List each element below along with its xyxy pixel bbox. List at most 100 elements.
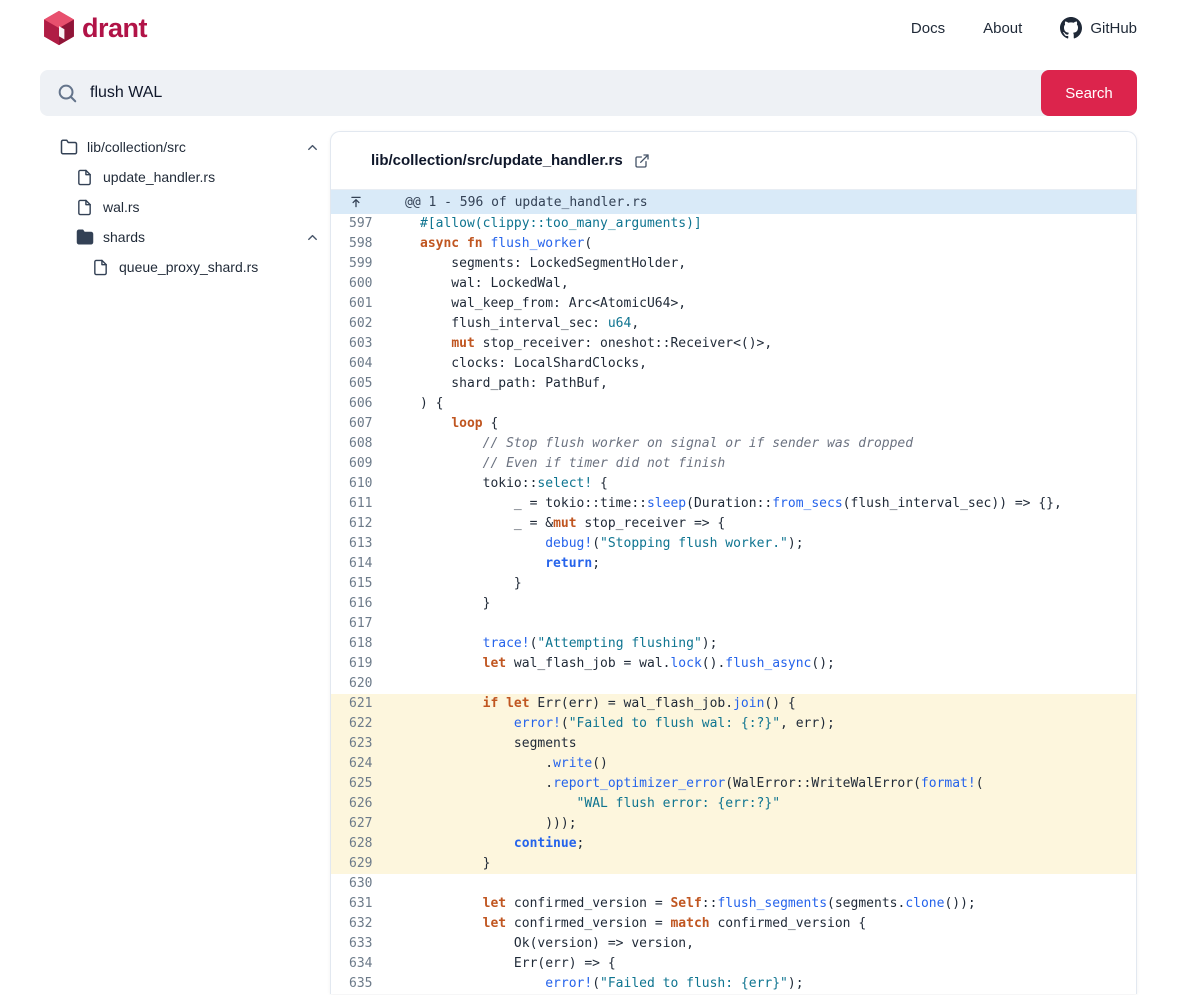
code-text: continue; — [405, 834, 584, 854]
line-number: 634 — [331, 954, 405, 974]
code-text: #[allow(clippy::too_many_arguments)] — [405, 214, 702, 234]
line-number: 619 — [331, 654, 405, 674]
tree-item-lib-collection-src[interactable]: lib/collection/src — [40, 132, 330, 162]
code-line: 600 wal: LockedWal, — [331, 274, 1136, 294]
file-path-link[interactable]: lib/collection/src/update_handler.rs — [371, 152, 623, 169]
nav-about[interactable]: About — [983, 20, 1022, 37]
code-text: Err(err) => { — [405, 954, 616, 974]
nav-github-label: GitHub — [1090, 20, 1137, 37]
navbar-links: Docs About GitHub — [911, 17, 1137, 39]
line-number: 615 — [331, 574, 405, 594]
file-icon — [76, 199, 94, 216]
diff-header-text: @@ 1 - 596 of update_handler.rs — [405, 195, 648, 210]
code-line: 601 wal_keep_from: Arc<AtomicU64>, — [331, 294, 1136, 314]
code-text: error!("Failed to flush: {err}"); — [405, 974, 804, 994]
line-number: 611 — [331, 494, 405, 514]
search-button[interactable]: Search — [1041, 70, 1137, 116]
code-line: 607 loop { — [331, 414, 1136, 434]
tree-item-label: update_handler.rs — [103, 169, 215, 185]
code-text: segments: LockedSegmentHolder, — [405, 254, 686, 274]
code-text: error!("Failed to flush wal: {:?}", err)… — [405, 714, 835, 734]
code-text: } — [405, 574, 522, 594]
main-content: lib/collection/src update_handler.rs wal.r… — [40, 131, 1137, 994]
tree-item-label: shards — [103, 229, 145, 245]
external-link-icon[interactable] — [634, 153, 650, 169]
tree-item-label: lib/collection/src — [87, 139, 186, 155]
code-text: .write() — [405, 754, 608, 774]
line-number: 606 — [331, 394, 405, 414]
code-text: // Even if timer did not finish — [405, 454, 725, 474]
tree-item-label: queue_proxy_shard.rs — [119, 259, 258, 275]
line-number: 604 — [331, 354, 405, 374]
line-number: 624 — [331, 754, 405, 774]
top-navbar: drant Docs About GitHub — [0, 0, 1177, 56]
code-line: 623 segments — [331, 734, 1136, 754]
qdrant-logo[interactable]: drant — [40, 9, 147, 47]
code-line: 604 clocks: LocalShardClocks, — [331, 354, 1136, 374]
diff-header-gutter — [331, 195, 405, 209]
code-line: 597#[allow(clippy::too_many_arguments)] — [331, 214, 1136, 234]
code-viewer: @@ 1 - 596 of update_handler.rs 597#[all… — [331, 190, 1136, 994]
code-text: .report_optimizer_error(WalError::WriteW… — [405, 774, 984, 794]
file-tree: lib/collection/src update_handler.rs wal.r… — [40, 131, 330, 282]
file-icon — [92, 259, 110, 276]
code-line: 611 _ = tokio::time::sleep(Duration::fro… — [331, 494, 1136, 514]
code-line: 632 let confirmed_version = match confir… — [331, 914, 1136, 934]
code-line: 606) { — [331, 394, 1136, 414]
code-line: 618 trace!("Attempting flushing"); — [331, 634, 1136, 654]
code-text: Ok(version) => version, — [405, 934, 694, 954]
code-text: loop { — [405, 414, 498, 434]
code-line: 630 — [331, 874, 1136, 894]
code-line: 598async fn flush_worker( — [331, 234, 1136, 254]
code-line: 614 return; — [331, 554, 1136, 574]
line-number: 617 — [331, 614, 405, 634]
expand-lines-up-icon[interactable] — [349, 195, 363, 209]
line-number: 598 — [331, 234, 405, 254]
code-lines: 597#[allow(clippy::too_many_arguments)]5… — [331, 214, 1136, 994]
code-line: 599 segments: LockedSegmentHolder, — [331, 254, 1136, 274]
code-line: 620 — [331, 674, 1136, 694]
search-input[interactable] — [90, 70, 1041, 116]
line-number: 608 — [331, 434, 405, 454]
code-text: "WAL flush error: {err:?}" — [405, 794, 780, 814]
tree-item-wal-rs[interactable]: wal.rs — [40, 192, 330, 222]
github-icon — [1060, 17, 1082, 39]
code-text: mut stop_receiver: oneshot::Receiver<()>… — [405, 334, 772, 354]
code-text: if let Err(err) = wal_flash_job.join() { — [405, 694, 796, 714]
line-number: 599 — [331, 254, 405, 274]
nav-docs[interactable]: Docs — [911, 20, 945, 37]
code-line: 634 Err(err) => { — [331, 954, 1136, 974]
line-number: 620 — [331, 674, 405, 694]
line-number: 603 — [331, 334, 405, 354]
line-number: 607 — [331, 414, 405, 434]
line-number: 610 — [331, 474, 405, 494]
chevron-up-icon[interactable] — [305, 140, 320, 155]
code-line: 629 } — [331, 854, 1136, 874]
line-number: 631 — [331, 894, 405, 914]
code-line: 612 _ = &mut stop_receiver => { — [331, 514, 1136, 534]
tree-item-queue-proxy-shard-rs[interactable]: queue_proxy_shard.rs — [40, 252, 330, 282]
folder-icon — [60, 138, 78, 156]
search-bar: Search — [40, 70, 1137, 116]
file-icon — [76, 169, 94, 186]
diff-header-row: @@ 1 - 596 of update_handler.rs — [331, 190, 1136, 214]
code-text: async fn flush_worker( — [405, 234, 592, 254]
line-number: 633 — [331, 934, 405, 954]
line-number: 602 — [331, 314, 405, 334]
line-number: 614 — [331, 554, 405, 574]
nav-github[interactable]: GitHub — [1060, 17, 1137, 39]
code-line: 621 if let Err(err) = wal_flash_job.join… — [331, 694, 1136, 714]
code-line: 602 flush_interval_sec: u64, — [331, 314, 1136, 334]
code-text: trace!("Attempting flushing"); — [405, 634, 717, 654]
line-number: 612 — [331, 514, 405, 534]
code-text: wal: LockedWal, — [405, 274, 569, 294]
tree-item-shards[interactable]: shards — [40, 222, 330, 252]
line-number: 622 — [331, 714, 405, 734]
line-number: 605 — [331, 374, 405, 394]
chevron-up-icon[interactable] — [305, 230, 320, 245]
code-line: 603 mut stop_receiver: oneshot::Receiver… — [331, 334, 1136, 354]
tree-item-update-handler-rs[interactable]: update_handler.rs — [40, 162, 330, 192]
code-text: return; — [405, 554, 600, 574]
code-line: 625 .report_optimizer_error(WalError::Wr… — [331, 774, 1136, 794]
line-number: 632 — [331, 914, 405, 934]
